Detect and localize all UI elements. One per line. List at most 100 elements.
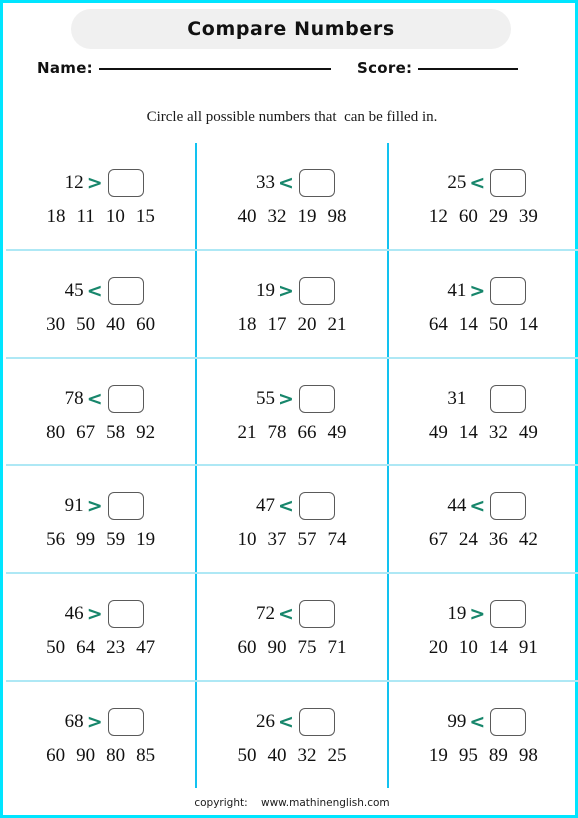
choice-number[interactable]: 40: [106, 314, 125, 336]
answer-box[interactable]: [298, 492, 335, 521]
choice-number[interactable]: 19: [429, 745, 448, 767]
choice-number[interactable]: 98: [327, 206, 346, 228]
choice-number[interactable]: 20: [429, 637, 448, 659]
choice-number[interactable]: 21: [327, 314, 346, 336]
choice-number[interactable]: 67: [429, 529, 448, 551]
choice-number[interactable]: 85: [136, 745, 155, 767]
choice-number[interactable]: 14: [489, 637, 508, 659]
comparison-expression: 26 <: [249, 705, 335, 739]
choice-number[interactable]: 92: [136, 422, 155, 444]
choice-number[interactable]: 14: [519, 314, 538, 336]
choice-number[interactable]: 17: [267, 314, 286, 336]
choice-number[interactable]: 19: [297, 206, 316, 228]
choice-number[interactable]: 89: [489, 745, 508, 767]
choice-number[interactable]: 40: [267, 745, 286, 767]
comparison-operator: <: [86, 279, 103, 302]
choice-number[interactable]: 80: [106, 745, 125, 767]
answer-box[interactable]: [298, 708, 335, 737]
choice-number[interactable]: 74: [327, 529, 346, 551]
answer-box[interactable]: [107, 384, 144, 413]
choice-number[interactable]: 57: [297, 529, 316, 551]
answer-box[interactable]: [490, 492, 527, 521]
choice-number[interactable]: 71: [327, 637, 346, 659]
choice-number[interactable]: 25: [327, 745, 346, 767]
choice-number[interactable]: 10: [459, 637, 478, 659]
choice-number[interactable]: 47: [136, 637, 155, 659]
choice-number[interactable]: 60: [459, 206, 478, 228]
choice-number[interactable]: 67: [76, 422, 95, 444]
choice-number[interactable]: 11: [77, 206, 95, 228]
answer-box[interactable]: [490, 708, 527, 737]
choice-number[interactable]: 80: [46, 422, 65, 444]
choice-number[interactable]: 98: [519, 745, 538, 767]
choice-number[interactable]: 23: [106, 637, 125, 659]
choice-number[interactable]: 15: [136, 206, 155, 228]
choice-number[interactable]: 32: [297, 745, 316, 767]
answer-box[interactable]: [298, 168, 335, 197]
choice-number[interactable]: 49: [519, 422, 538, 444]
answer-box[interactable]: [298, 600, 335, 629]
choice-number[interactable]: 99: [76, 529, 95, 551]
choice-number[interactable]: 78: [267, 422, 286, 444]
choice-number[interactable]: 14: [459, 314, 478, 336]
choice-number[interactable]: 21: [237, 422, 256, 444]
answer-box[interactable]: [490, 384, 527, 413]
answer-box[interactable]: [490, 276, 527, 305]
choice-number[interactable]: 40: [237, 206, 256, 228]
answer-box[interactable]: [107, 600, 144, 629]
choice-number[interactable]: 32: [267, 206, 286, 228]
choice-number[interactable]: 50: [76, 314, 95, 336]
choice-number[interactable]: 18: [47, 206, 66, 228]
choice-number[interactable]: 36: [489, 529, 508, 551]
choice-number[interactable]: 30: [46, 314, 65, 336]
choice-number[interactable]: 12: [429, 206, 448, 228]
answer-box[interactable]: [490, 168, 527, 197]
choice-number[interactable]: 60: [46, 745, 65, 767]
choice-number[interactable]: 49: [327, 422, 346, 444]
choice-number[interactable]: 37: [267, 529, 286, 551]
choice-number[interactable]: 29: [489, 206, 508, 228]
choice-number[interactable]: 32: [489, 422, 508, 444]
choice-number[interactable]: 42: [519, 529, 538, 551]
choice-number[interactable]: 56: [46, 529, 65, 551]
choice-number[interactable]: 14: [459, 422, 478, 444]
choice-number[interactable]: 18: [237, 314, 256, 336]
choice-number[interactable]: 10: [237, 529, 256, 551]
answer-box[interactable]: [107, 492, 144, 521]
answer-box[interactable]: [298, 276, 335, 305]
choice-number[interactable]: 59: [106, 529, 125, 551]
choice-number[interactable]: 39: [519, 206, 538, 228]
choice-list: 20 10 14 91: [429, 637, 538, 659]
choice-number[interactable]: 10: [106, 206, 125, 228]
problem-grid: 12 >18 11 10 15 33 <40 32 19 98 25 <12 60 29 39 45 <30 50…: [6, 143, 578, 788]
choice-number[interactable]: 90: [267, 637, 286, 659]
choice-number[interactable]: 75: [297, 637, 316, 659]
name-input[interactable]: [98, 68, 331, 70]
choice-list: 49 14 32 49: [429, 422, 538, 444]
copyright-footer: copyright: www.mathinenglish.com: [194, 797, 390, 809]
choice-number[interactable]: 24: [459, 529, 478, 551]
choice-number[interactable]: 64: [76, 637, 95, 659]
choice-number[interactable]: 64: [429, 314, 448, 336]
score-input[interactable]: [418, 68, 519, 70]
choice-number[interactable]: 50: [237, 745, 256, 767]
answer-box[interactable]: [298, 384, 335, 413]
answer-box[interactable]: [490, 600, 527, 629]
choice-number[interactable]: 49: [429, 422, 448, 444]
choice-number[interactable]: 58: [106, 422, 125, 444]
choice-number[interactable]: 66: [297, 422, 316, 444]
choice-number[interactable]: 19: [136, 529, 155, 551]
answer-box[interactable]: [107, 276, 144, 305]
answer-box[interactable]: [107, 168, 144, 197]
operand-number: 41: [447, 279, 467, 301]
choice-number[interactable]: 91: [519, 637, 538, 659]
choice-number[interactable]: 20: [297, 314, 316, 336]
choice-number[interactable]: 90: [76, 745, 95, 767]
choice-number[interactable]: 60: [237, 637, 256, 659]
choice-number[interactable]: 50: [46, 637, 65, 659]
choice-number[interactable]: 60: [136, 314, 155, 336]
comparison-expression: 46 >: [58, 597, 144, 631]
choice-number[interactable]: 50: [489, 314, 508, 336]
answer-box[interactable]: [107, 708, 144, 737]
choice-number[interactable]: 95: [459, 745, 478, 767]
